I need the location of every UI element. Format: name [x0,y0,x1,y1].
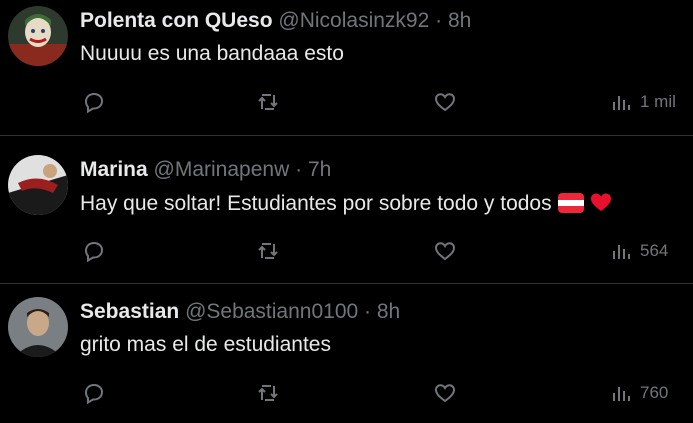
views-button[interactable]: 564 [610,238,668,264]
timestamp[interactable]: 8h [377,300,400,323]
display-name[interactable]: Marina [80,158,148,181]
user-handle[interactable]: @Nicolasinzk92 [278,9,429,32]
tweet-header: Polenta con QUeso @Nicolasinzk92 · 8h [80,8,471,34]
views-count: 564 [640,241,669,260]
like-button[interactable] [433,89,457,115]
reply-button[interactable] [82,238,106,264]
timestamp[interactable]: 8h [448,9,471,32]
tweet-actions: 564 [80,238,685,264]
user-handle[interactable]: @Sebastiann0100 [185,300,358,323]
analytics-icon [613,387,630,401]
like-button[interactable] [433,238,457,264]
retweet-button[interactable] [256,380,280,406]
tweet-actions: 760 [80,380,685,406]
reply-button[interactable] [82,380,106,406]
display-name[interactable]: Polenta con QUeso [80,9,273,32]
views-count: 760 [640,383,669,402]
reply-icon [84,383,104,405]
retweet-icon [258,94,278,110]
display-name[interactable]: Sebastian [80,300,179,323]
tweet-header: Sebastian @Sebastiann0100 · 8h [80,299,400,325]
tweet-text: grito mas el de estudiantes [80,333,331,356]
reply-icon [84,92,104,114]
tweet-text: Nuuuu es una bandaaa esto [80,42,344,65]
avatar[interactable] [8,155,68,215]
tweet-actions: 1 mil [80,89,685,115]
analytics-icon [613,245,630,259]
retweet-icon [258,385,278,401]
analytics-icon [613,96,630,110]
user-handle[interactable]: @Marinapenw [154,158,290,181]
retweet-icon [258,243,278,259]
heart-icon [434,93,456,112]
heart-icon [434,242,456,261]
heart-icon [434,384,456,403]
views-count: 1 mil [640,92,676,111]
retweet-button[interactable] [256,89,280,115]
avatar[interactable] [8,297,68,357]
views-button[interactable]: 760 [610,380,668,406]
reply-button[interactable] [82,89,106,115]
tweet-header: Marina @Marinapenw · 7h [80,157,331,183]
tweet[interactable]: Marina @Marinapenw · 7h Hay que soltar! … [0,136,693,284]
tweet-text: Hay que soltar! Estudiantes por sobre to… [80,190,614,217]
tweet-text-content: Hay que soltar! Estudiantes por sobre to… [80,192,552,215]
flag-austria-icon [557,193,584,213]
reply-icon [84,241,104,263]
retweet-button[interactable] [256,238,280,264]
separator-dot: · [435,9,443,32]
timestamp[interactable]: 7h [308,158,331,181]
red-heart-icon [590,193,611,211]
separator-dot: · [295,158,303,181]
separator-dot: · [364,300,372,323]
tweet[interactable]: Polenta con QUeso @Nicolasinzk92 · 8h Nu… [0,0,693,136]
tweet[interactable]: Sebastian @Sebastiann0100 · 8h grito mas… [0,284,693,423]
views-button[interactable]: 1 mil [610,89,676,115]
like-button[interactable] [433,380,457,406]
avatar[interactable] [8,6,68,66]
